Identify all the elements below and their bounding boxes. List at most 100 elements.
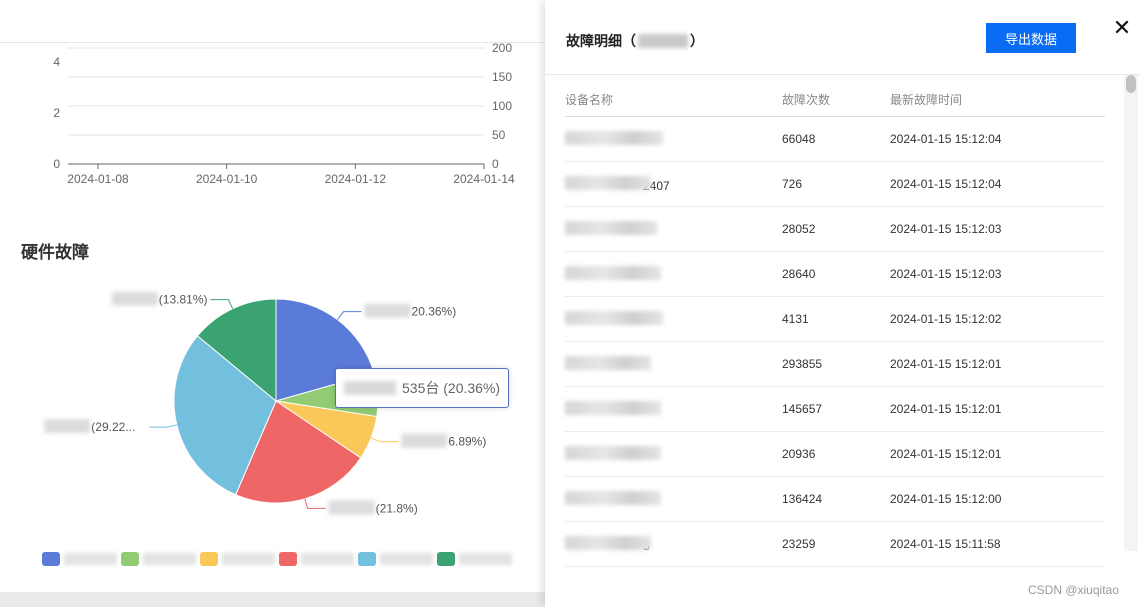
table-row[interactable]: 20936 2024-01-15 15:12:01 <box>565 432 1105 477</box>
device-name-blurred <box>565 175 651 190</box>
drawer-scrollbar[interactable] <box>1124 75 1138 551</box>
y-left-tick-label: 4 <box>53 55 60 69</box>
legend-swatch[interactable] <box>437 552 455 566</box>
device-name-cell <box>565 445 782 463</box>
y-right-tick-label: 150 <box>492 70 512 84</box>
pie-label-leader <box>304 498 326 509</box>
pie-label-leader <box>149 424 177 428</box>
y-right-tick-label: 100 <box>492 99 512 113</box>
pie-label-name-blurred <box>111 291 158 306</box>
table-row[interactable]: 523259 2024-01-15 15:11:58 <box>565 522 1105 567</box>
fault-count-cell: 23259 <box>782 537 816 551</box>
drawer-title-suffix: ） <box>690 33 704 49</box>
pie-label-name-blurred <box>364 303 411 318</box>
device-name-blurred <box>565 535 651 550</box>
table-row[interactable]: 66048 2024-01-15 15:12:04 <box>565 117 1105 162</box>
device-name-cell <box>565 220 782 238</box>
pie-label-name-blurred <box>328 500 375 515</box>
latest-fault-time-cell: 2024-01-15 15:11:58 <box>890 537 1001 551</box>
legend-label-blurred[interactable] <box>221 553 275 565</box>
device-name-cell <box>565 310 782 328</box>
chart-grid <box>68 47 484 136</box>
device-name-cell <box>565 490 782 508</box>
column-header-device-name[interactable]: 设备名称 <box>565 91 782 108</box>
pie-label-name-blurred <box>44 419 91 434</box>
tooltip-name-blurred <box>344 381 396 395</box>
drawer-title-prefix: 故障明细（ <box>566 33 636 49</box>
drawer-title-subject-blurred <box>638 34 688 48</box>
fault-count-cell: 726 <box>782 177 803 191</box>
y-right-tick-label: 200 <box>492 41 512 55</box>
latest-fault-time-cell: 2024-01-15 15:12:01 <box>890 357 1002 371</box>
fault-trend-line-chart: 024 050100150200 2024-01-08 2024-01-10 202… <box>53 41 515 186</box>
legend-swatch[interactable] <box>358 552 376 566</box>
legend-label-blurred[interactable] <box>63 553 117 565</box>
table-body: 66048 2024-01-15 15:12:04 2407 726 2024-01-1… <box>565 117 1105 567</box>
device-name-cell: 5 <box>565 535 782 553</box>
pie-legend[interactable] <box>42 550 512 568</box>
x-tick-label: 2024-01-14 <box>453 172 515 186</box>
device-name-blurred <box>565 310 663 325</box>
table-row[interactable]: 2407 726 2024-01-15 15:12:04 <box>565 162 1105 207</box>
latest-fault-time-cell: 2024-01-15 15:12:03 <box>890 267 1002 281</box>
pie-label-percent: (29.22... <box>91 420 135 434</box>
pie-label-percent: 6.89%) <box>448 435 486 449</box>
export-data-button[interactable]: 导出数据 <box>986 23 1076 53</box>
page-bottom-strip <box>0 592 545 607</box>
drawer-title: 故障明细（ ） <box>566 31 704 51</box>
legend-swatch[interactable] <box>121 552 139 566</box>
drawer-header: 故障明细（ ） 导出数据 ✕ <box>545 0 1140 75</box>
x-tick-label: 2024-01-12 <box>325 172 387 186</box>
legend-label-blurred[interactable] <box>458 553 512 565</box>
y-left-tick-label: 0 <box>53 157 60 171</box>
latest-fault-time-cell: 2024-01-15 15:12:01 <box>890 402 1002 416</box>
device-name-cell <box>565 265 782 283</box>
device-name-blurred <box>565 490 661 505</box>
legend-label-blurred[interactable] <box>379 553 433 565</box>
fault-count-cell: 293855 <box>782 357 823 371</box>
column-header-fault-count[interactable]: 故障次数 <box>782 91 890 108</box>
latest-fault-time-cell: 2024-01-15 15:12:00 <box>890 492 1002 506</box>
latest-fault-time-cell: 2024-01-15 15:12:04 <box>890 132 1002 146</box>
fault-count-cell: 145657 <box>782 402 823 416</box>
y-right-tick-label: 0 <box>492 157 499 171</box>
pie-label-name-blurred <box>401 433 448 448</box>
scrollbar-thumb[interactable] <box>1126 75 1136 93</box>
device-name-cell <box>565 355 782 373</box>
fault-detail-drawer: 故障明细（ ） 导出数据 ✕ 设备名称 故障次数 最新故障时间 66048 202… <box>545 0 1140 607</box>
device-name-blurred <box>565 130 663 145</box>
column-header-latest-fault-time[interactable]: 最新故障时间 <box>890 91 1105 108</box>
y-axis-right: 0 50 100 150 200 <box>492 41 512 171</box>
table-row[interactable]: 28052 2024-01-15 15:12:03 <box>565 207 1105 252</box>
device-name-blurred <box>565 355 651 370</box>
table-row[interactable]: 28640 2024-01-15 15:12:03 <box>565 252 1105 297</box>
legend-swatch[interactable] <box>200 552 218 566</box>
legend-swatch[interactable] <box>42 552 60 566</box>
y-axis-left: 0 2 4 <box>53 55 60 171</box>
y-right-tick-label: 50 <box>492 128 506 142</box>
fault-detail-table: 设备名称 故障次数 最新故障时间 66048 2024-01-15 15:12:0… <box>565 82 1105 567</box>
device-name-cell: 2407 <box>565 175 782 193</box>
table-row[interactable]: 4131 2024-01-15 15:12:02 <box>565 297 1105 342</box>
pie-label-leader <box>210 299 234 309</box>
table-header: 设备名称 故障次数 最新故障时间 <box>565 82 1105 117</box>
latest-fault-time-cell: 2024-01-15 15:12:03 <box>890 222 1002 236</box>
pie-label-percent: 20.36%) <box>412 305 457 319</box>
table-row[interactable]: 136424 2024-01-15 15:12:00 <box>565 477 1105 522</box>
table-row[interactable]: 293855 2024-01-15 15:12:01 <box>565 342 1105 387</box>
dashboard-panel: 024 0 50 100 150 200 2024-01-08 2024-01-10 202… <box>0 0 545 592</box>
close-icon[interactable]: ✕ <box>1111 15 1133 40</box>
legend-label-blurred[interactable] <box>300 553 354 565</box>
legend-swatch[interactable] <box>279 552 297 566</box>
fault-count-cell: 20936 <box>782 447 816 461</box>
legend-label-blurred[interactable] <box>142 553 196 565</box>
fault-count-cell: 4131 <box>782 312 809 326</box>
pie-label-leader <box>370 437 399 443</box>
table-row[interactable]: 145657 2024-01-15 15:12:01 <box>565 387 1105 432</box>
x-axis-ticks: 2024-01-08 2024-01-10 2024-01-12 2024-01-14 <box>67 164 515 186</box>
fault-count-cell: 28052 <box>782 222 816 236</box>
section-title-hardware-fault: 硬件故障 <box>21 243 89 262</box>
pie-tooltip: 535台 (20.36%) <box>335 368 509 408</box>
pie-label-percent: (21.8%) <box>376 501 418 515</box>
x-tick-label: 2024-01-08 <box>67 172 129 186</box>
